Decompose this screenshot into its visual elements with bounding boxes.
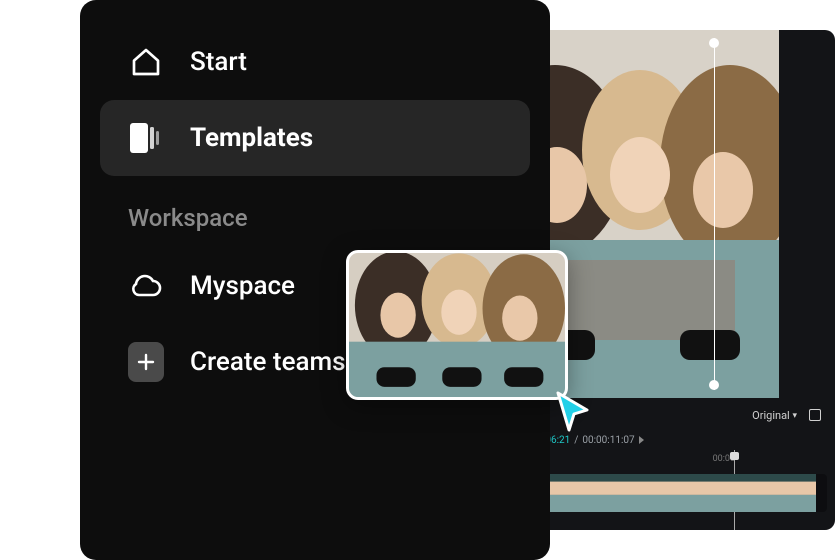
dragging-clip-thumbnail[interactable] — [346, 250, 568, 400]
aspect-ratio-dropdown[interactable]: Original ▾ — [752, 409, 797, 422]
timecode-total: 00:00:11:07 — [582, 435, 634, 446]
templates-icon — [128, 120, 164, 156]
sidebar-item-label: Start — [190, 47, 247, 77]
sidebar-item-label: Templates — [190, 123, 313, 153]
chevron-down-icon: ▾ — [792, 411, 797, 421]
selection-handle-br[interactable] — [709, 380, 719, 390]
fullscreen-icon[interactable] — [809, 409, 821, 421]
next-frame-button[interactable] — [639, 436, 644, 444]
plus-icon — [128, 344, 164, 380]
selection-handle-tr[interactable] — [709, 38, 719, 48]
timeline-track[interactable] — [503, 474, 827, 512]
cloud-icon — [128, 268, 164, 304]
selection-edge[interactable] — [714, 38, 715, 390]
sidebar-section-workspace: Workspace — [100, 176, 530, 248]
clip-thumbnail-image — [349, 253, 565, 397]
sidebar-item-templates[interactable]: Templates — [100, 100, 530, 176]
sidebar-item-label: Myspace — [190, 271, 295, 301]
home-icon — [128, 44, 164, 80]
timecode-separator: / — [574, 435, 578, 446]
sidebar-item-start[interactable]: Start — [100, 24, 530, 100]
aspect-ratio-label: Original — [752, 409, 790, 422]
cursor-icon — [554, 390, 594, 434]
